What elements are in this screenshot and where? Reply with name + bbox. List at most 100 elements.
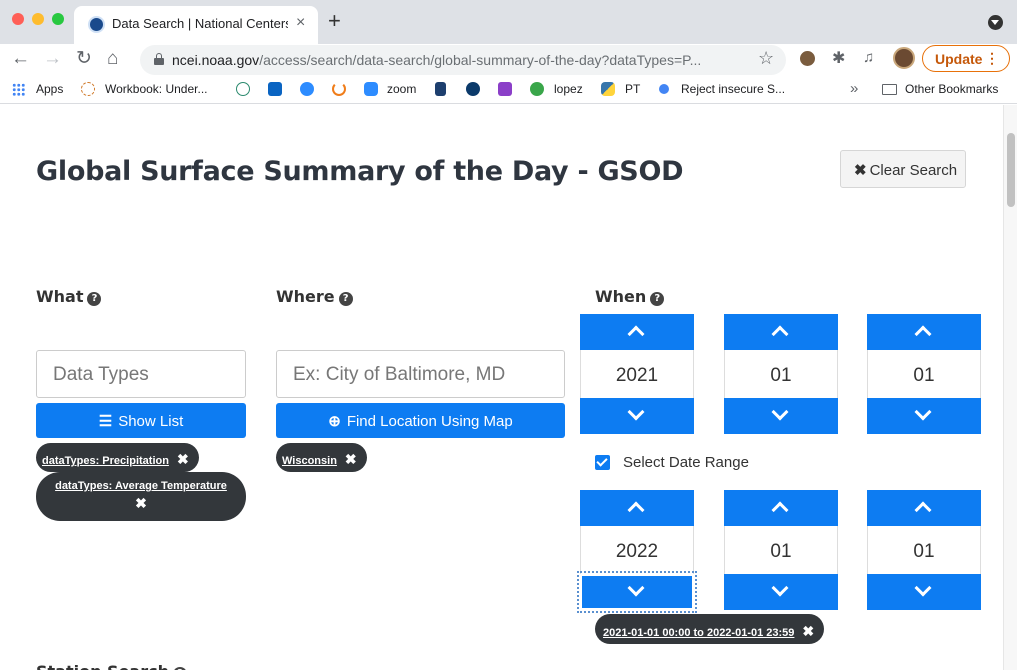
new-tab-button[interactable]: +: [328, 10, 341, 32]
select-date-range-label[interactable]: Select Date Range: [623, 454, 749, 471]
bookmark-apps[interactable]: Apps: [36, 82, 63, 96]
end-year-decrement-button[interactable]: [577, 571, 697, 613]
chip-wisconsin[interactable]: Wisconsin ✖: [276, 443, 367, 472]
bookmark-zoom[interactable]: zoom: [387, 82, 416, 96]
end-month-increment-button[interactable]: [724, 490, 838, 526]
chevron-down-icon: [627, 403, 645, 421]
orange-ring-favicon-icon[interactable]: [332, 82, 346, 96]
chip-label: dataTypes: Average Temperature: [55, 480, 227, 492]
window-minimize-icon[interactable]: [32, 13, 44, 25]
end-month-decrement-button[interactable]: [724, 574, 838, 610]
chip-label: 2021-01-01 00:00 to 2022-01-01 23:59: [603, 627, 795, 639]
chevron-down-icon: [914, 403, 932, 421]
what-heading: What?: [36, 287, 102, 306]
back-arrow-icon[interactable]: ←: [11, 47, 30, 71]
chip-remove-icon[interactable]: ✖: [345, 451, 357, 468]
browser-tab-active[interactable]: Data Search | National Centers ×: [74, 6, 318, 44]
start-month-value[interactable]: 01: [725, 365, 837, 387]
chat-favicon-icon[interactable]: [300, 82, 314, 96]
chip-remove-icon[interactable]: ✖: [135, 495, 147, 512]
bookmark-pt[interactable]: PT: [625, 82, 640, 96]
chevron-down-icon: [771, 579, 789, 597]
tab-close-icon[interactable]: ×: [296, 14, 305, 32]
address-bar[interactable]: ncei.noaa.gov/access/search/data-search/…: [140, 45, 786, 75]
find-location-label: Find Location Using Map: [346, 413, 513, 430]
start-year-increment-button[interactable]: [580, 314, 694, 350]
where-heading: Where?: [276, 287, 353, 306]
scrollbar-thumb[interactable]: [1007, 133, 1015, 207]
bookmark-star-icon[interactable]: ☆: [758, 48, 774, 69]
end-day-increment-button[interactable]: [867, 490, 981, 526]
data-types-input[interactable]: Data Types: [36, 350, 246, 398]
location-input[interactable]: Ex: City of Baltimore, MD: [276, 350, 565, 398]
start-day-value[interactable]: 01: [868, 365, 980, 387]
find-location-button[interactable]: ⊕ Find Location Using Map: [276, 403, 565, 438]
bookmark-lopez[interactable]: lopez: [554, 82, 583, 96]
clear-search-button[interactable]: ✖ Clear Search: [840, 150, 966, 188]
what-help-icon[interactable]: ?: [87, 292, 102, 306]
chip-label: Wisconsin: [282, 455, 337, 467]
tab-title: Data Search | National Centers: [112, 16, 288, 31]
reload-icon[interactable]: ↻: [76, 47, 92, 71]
cookie-extension-icon[interactable]: [800, 51, 815, 66]
shield-favicon-icon[interactable]: [435, 82, 446, 96]
url-text[interactable]: ncei.noaa.gov/access/search/data-search/…: [172, 52, 742, 68]
start-month-increment-button[interactable]: [724, 314, 838, 350]
python-favicon-icon: [601, 82, 615, 96]
end-year-increment-button[interactable]: [580, 490, 694, 526]
chip-remove-icon[interactable]: ✖: [177, 451, 189, 468]
end-month-spinner: 01: [724, 490, 838, 610]
page-scrollbar[interactable]: [1003, 105, 1017, 670]
chip-remove-icon[interactable]: ✖: [802, 623, 814, 640]
select-date-range-checkbox[interactable]: [595, 455, 610, 470]
chevron-up-icon: [771, 325, 789, 343]
window-close-icon[interactable]: [12, 13, 24, 25]
end-day-decrement-button[interactable]: [867, 574, 981, 610]
bookmark-reject-insecure[interactable]: Reject insecure S...: [681, 82, 785, 96]
tab-search-icon[interactable]: [988, 15, 1003, 30]
chevron-up-icon: [627, 501, 645, 519]
more-bookmarks-icon[interactable]: »: [850, 80, 858, 97]
end-year-value[interactable]: 2022: [581, 541, 693, 563]
start-month-decrement-button[interactable]: [724, 398, 838, 434]
chrome-menu-icon[interactable]: ⋮: [985, 50, 999, 67]
media-control-icon[interactable]: ♫: [863, 49, 874, 66]
end-day-value[interactable]: 01: [868, 541, 980, 563]
start-day-increment-button[interactable]: [867, 314, 981, 350]
start-day-decrement-button[interactable]: [867, 398, 981, 434]
chip-precipitation[interactable]: dataTypes: Precipitation ✖: [36, 443, 199, 472]
page-title: Global Surface Summary of the Day - GSOD: [36, 156, 684, 187]
list-icon: ☰: [98, 413, 113, 430]
profile-avatar[interactable]: [893, 47, 915, 69]
show-list-button[interactable]: ☰ Show List: [36, 403, 246, 438]
star-badge-favicon-icon[interactable]: [466, 82, 480, 96]
bookmark-workbook[interactable]: Workbook: Under...: [105, 82, 208, 96]
purple-favicon-icon[interactable]: [498, 82, 512, 96]
forward-arrow-icon[interactable]: →: [43, 47, 62, 71]
start-year-decrement-button[interactable]: [580, 398, 694, 434]
start-year-value[interactable]: 2021: [581, 365, 693, 387]
chip-average-temperature[interactable]: dataTypes: Average Temperature ✖: [36, 472, 246, 521]
show-list-label: Show List: [118, 413, 184, 430]
openai-favicon-icon[interactable]: [236, 82, 250, 96]
station-search-label: Station Search: [36, 662, 169, 670]
outlook-favicon-icon[interactable]: [268, 82, 282, 96]
end-day-spinner: 01: [867, 490, 981, 610]
window-zoom-icon[interactable]: [52, 13, 64, 25]
url-domain: ncei.noaa.gov: [172, 52, 260, 68]
chip-date-range[interactable]: 2021-01-01 00:00 to 2022-01-01 23:59 ✖: [595, 614, 825, 644]
folder-icon: [882, 84, 897, 95]
apps-grid-icon[interactable]: [12, 83, 25, 96]
where-help-icon[interactable]: ?: [338, 292, 353, 306]
end-month-value[interactable]: 01: [725, 541, 837, 563]
when-label: When: [595, 287, 647, 306]
bookmarks-bar: Apps Workbook: Under... zoom lopez PT Re…: [0, 76, 1017, 104]
lock-icon[interactable]: [154, 53, 164, 65]
bookmark-other[interactable]: Other Bookmarks: [905, 82, 998, 96]
update-button[interactable]: Update ⋮: [922, 45, 1010, 72]
chevron-up-icon: [627, 325, 645, 343]
extensions-puzzle-icon[interactable]: ✱: [832, 48, 845, 68]
home-icon[interactable]: ⌂: [107, 47, 118, 71]
when-help-icon[interactable]: ?: [650, 292, 665, 306]
update-label: Update: [935, 51, 983, 67]
